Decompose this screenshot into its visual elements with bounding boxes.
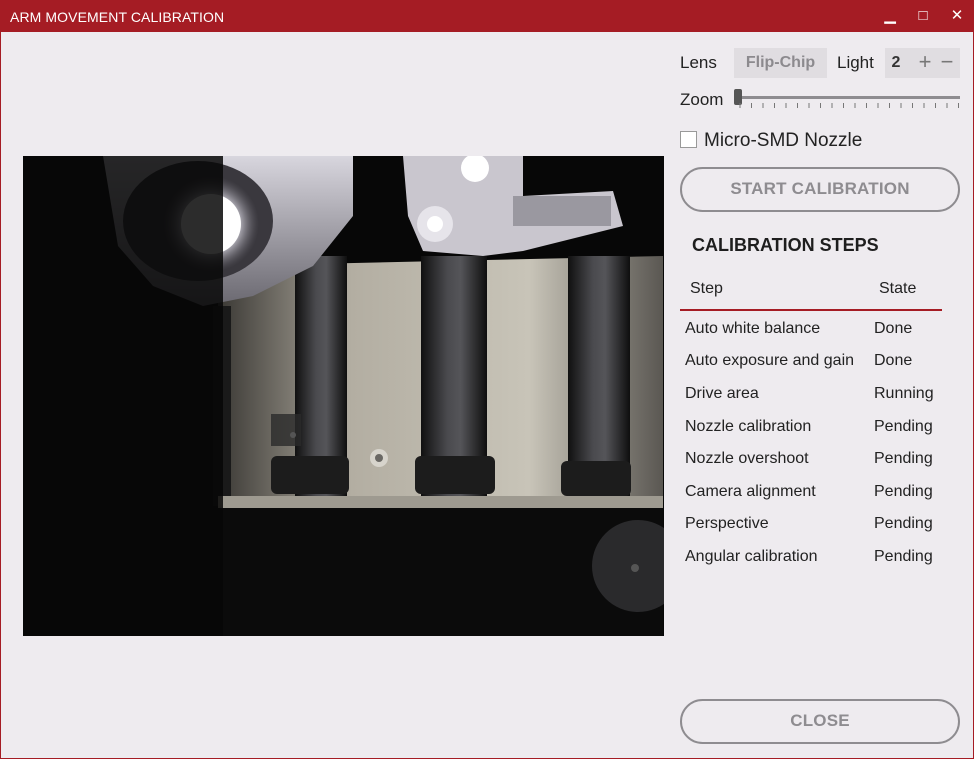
zoom-ticks [739, 103, 959, 108]
step-name: Drive area [685, 385, 759, 402]
step-row: Auto exposure and gain Done [685, 352, 955, 382]
lens-label: Lens [680, 53, 717, 72]
step-name: Nozzle calibration [685, 418, 812, 435]
close-window-icon[interactable]: ✕ [946, 5, 968, 27]
col-header-state: State [879, 280, 917, 297]
close-button[interactable]: CLOSE [680, 699, 960, 744]
plus-icon[interactable]: + [914, 48, 936, 78]
col-header-step: Step [690, 280, 723, 297]
title-bar: ARM MOVEMENT CALIBRATION ▁ □ ✕ [1, 1, 973, 32]
light-label: Light [837, 53, 874, 72]
step-row: Auto white balance Done [685, 320, 955, 350]
step-row: Perspective Pending [685, 515, 955, 545]
zoom-label: Zoom [680, 90, 724, 109]
step-name: Auto white balance [685, 320, 821, 337]
calibration-window: ARM MOVEMENT CALIBRATION ▁ □ ✕ Lens Flip… [0, 0, 974, 759]
maximize-icon[interactable]: □ [912, 5, 934, 27]
start-calibration-button[interactable]: START CALIBRATION [680, 167, 960, 212]
zoom-slider[interactable] [737, 96, 960, 99]
step-state: Running [874, 385, 934, 402]
step-name: Camera alignment [685, 483, 816, 500]
step-row: Nozzle calibration Pending [685, 418, 955, 448]
step-state: Pending [874, 483, 933, 500]
step-row: Camera alignment Pending [685, 483, 955, 513]
camera-image [23, 156, 664, 636]
light-value: 2 [891, 54, 901, 71]
step-state: Pending [874, 515, 933, 532]
step-row: Angular calibration Pending [685, 548, 955, 578]
step-state: Pending [874, 450, 933, 467]
step-state: Done [874, 320, 913, 337]
micro-smd-checkbox[interactable] [680, 131, 697, 148]
step-state: Done [874, 352, 913, 369]
step-name: Auto exposure and gain [685, 352, 855, 369]
minimize-icon[interactable]: ▁ [879, 5, 901, 27]
calibration-steps-title: CALIBRATION STEPS [692, 235, 879, 255]
step-state: Pending [874, 548, 933, 565]
step-row: Drive area Running [685, 385, 955, 415]
step-name: Perspective [685, 515, 769, 532]
header-divider [680, 309, 942, 311]
step-row: Nozzle overshoot Pending [685, 450, 955, 480]
lens-selector[interactable]: Flip-Chip [734, 48, 827, 78]
window-title: ARM MOVEMENT CALIBRATION [10, 9, 225, 25]
step-name: Angular calibration [685, 548, 818, 565]
light-stepper: 2 + − [885, 48, 960, 78]
micro-smd-label: Micro-SMD Nozzle [704, 130, 863, 151]
camera-preview [23, 156, 664, 636]
step-name: Nozzle overshoot [685, 450, 809, 467]
minus-icon[interactable]: − [936, 48, 958, 78]
step-state: Pending [874, 418, 933, 435]
